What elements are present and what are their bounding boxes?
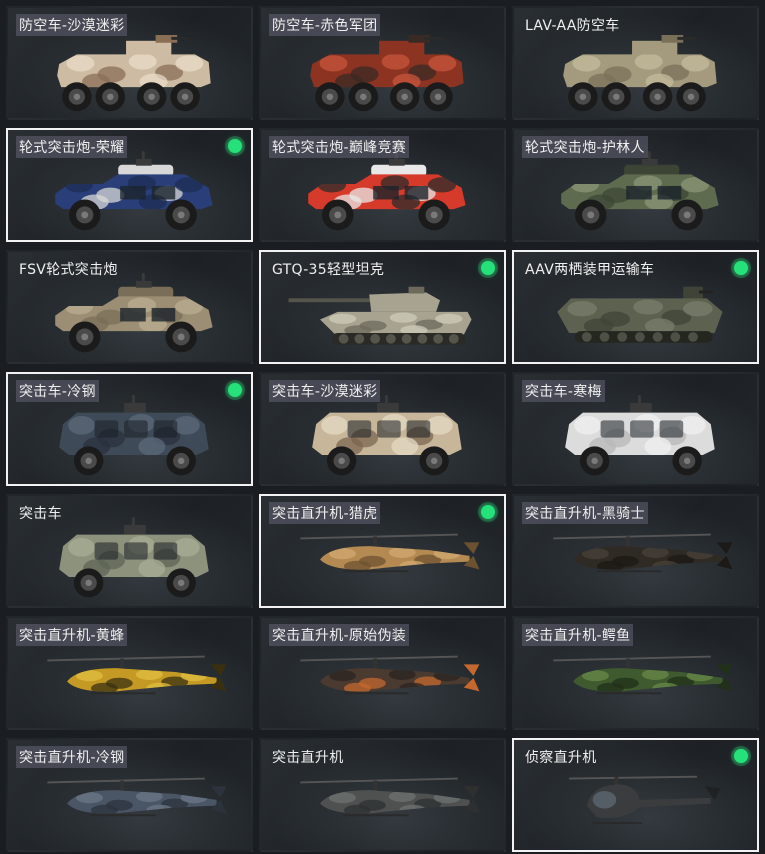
vehicle-card[interactable]: 轮式突击炮-护林人 [512, 128, 759, 242]
equipped-indicator-icon [481, 505, 495, 519]
equipped-indicator-icon [228, 383, 242, 397]
vehicle-card[interactable]: 突击车-寒梅 [512, 372, 759, 486]
vehicle-card[interactable]: 突击车-冷钢 [6, 372, 253, 486]
vehicle-card[interactable]: 突击车 [6, 494, 253, 608]
vehicle-card[interactable]: 防空车-赤色军团 [259, 6, 506, 120]
vehicle-card[interactable]: 轮式突击炮-荣耀 [6, 128, 253, 242]
vehicle-name: 突击直升机-冷钢 [16, 746, 128, 768]
vehicle-name: 防空车-赤色军团 [269, 14, 381, 36]
vehicle-name: 轮式突击炮-荣耀 [16, 136, 128, 158]
equipped-indicator-icon [481, 261, 495, 275]
vehicle-card[interactable]: 突击直升机-原始伪装 [259, 616, 506, 730]
vehicle-name: 轮式突击炮-护林人 [522, 136, 648, 158]
vehicle-name: 突击车 [19, 506, 62, 522]
vehicle-name: 突击直升机 [272, 750, 344, 766]
vehicle-name: FSV轮式突击炮 [19, 262, 118, 278]
equipped-indicator-icon [734, 749, 748, 763]
vehicle-name: 突击直升机-猎虎 [269, 502, 381, 524]
vehicle-card[interactable]: 突击直升机-鳄鱼 [512, 616, 759, 730]
vehicle-card[interactable]: 轮式突击炮-巅峰竞赛 [259, 128, 506, 242]
vehicle-name: 突击直升机-鳄鱼 [522, 624, 634, 646]
vehicle-name: 突击车-沙漠迷彩 [269, 380, 381, 402]
vehicle-name: 突击直升机-黄蜂 [16, 624, 128, 646]
equipped-indicator-icon [734, 261, 748, 275]
vehicle-name: 突击车-冷钢 [16, 380, 99, 402]
vehicle-card[interactable]: 突击直升机-猎虎 [259, 494, 506, 608]
vehicle-card[interactable]: 侦察直升机 [512, 738, 759, 852]
vehicle-name: 防空车-沙漠迷彩 [16, 14, 128, 36]
vehicle-name: LAV-AA防空车 [525, 18, 620, 34]
vehicle-card[interactable]: 防空车-沙漠迷彩 [6, 6, 253, 120]
vehicle-name: GTQ-35轻型坦克 [272, 262, 385, 278]
vehicle-name: 突击直升机-黑骑士 [522, 502, 648, 524]
vehicle-grid: 防空车-沙漠迷彩 防空车-赤色军团 LAV-AA防空车 轮式突击炮-荣耀 轮式突… [0, 0, 765, 854]
vehicle-card[interactable]: 突击车-沙漠迷彩 [259, 372, 506, 486]
vehicle-card[interactable]: 突击直升机-黑骑士 [512, 494, 759, 608]
vehicle-name: 突击车-寒梅 [522, 380, 605, 402]
vehicle-name: 轮式突击炮-巅峰竞赛 [269, 136, 410, 158]
vehicle-name: 侦察直升机 [525, 750, 597, 766]
vehicle-card[interactable]: AAV两栖装甲运输车 [512, 250, 759, 364]
vehicle-name: 突击直升机-原始伪装 [269, 624, 410, 646]
vehicle-card[interactable]: 突击直升机 [259, 738, 506, 852]
vehicle-card[interactable]: 突击直升机-黄蜂 [6, 616, 253, 730]
equipped-indicator-icon [228, 139, 242, 153]
vehicle-name: AAV两栖装甲运输车 [525, 262, 655, 278]
vehicle-card[interactable]: GTQ-35轻型坦克 [259, 250, 506, 364]
vehicle-card[interactable]: 突击直升机-冷钢 [6, 738, 253, 852]
vehicle-card[interactable]: LAV-AA防空车 [512, 6, 759, 120]
vehicle-card[interactable]: FSV轮式突击炮 [6, 250, 253, 364]
